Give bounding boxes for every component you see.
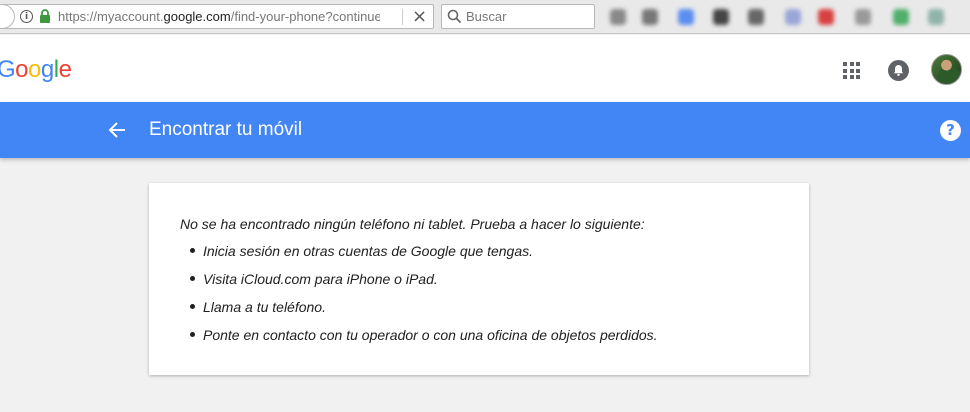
- extension-icon[interactable]: [748, 9, 764, 25]
- app-bar: Encontrar tu móvil ?: [0, 102, 970, 158]
- google-logo[interactable]: Google: [0, 56, 72, 84]
- close-icon[interactable]: ×: [412, 6, 427, 27]
- browser-search-box[interactable]: Buscar: [441, 4, 595, 29]
- extension-icon[interactable]: [818, 9, 834, 25]
- extension-icon[interactable]: [610, 9, 626, 25]
- url-text[interactable]: https://myaccount.google.com/find-your-p…: [58, 9, 380, 24]
- extension-icon[interactable]: [785, 9, 801, 25]
- help-icon[interactable]: ?: [940, 120, 961, 141]
- address-bar[interactable]: i https://myaccount.google.com/find-your…: [0, 4, 434, 29]
- extension-icon[interactable]: [893, 9, 909, 25]
- tips-list: Inicia sesión en otras cuentas de Google…: [190, 243, 658, 355]
- browser-back-button[interactable]: [0, 4, 15, 29]
- list-item: Llama a tu teléfono.: [190, 299, 658, 327]
- extension-icon[interactable]: [678, 9, 694, 25]
- no-device-card: No se ha encontrado ningún teléfono ni t…: [149, 183, 809, 375]
- search-placeholder: Buscar: [466, 9, 507, 24]
- no-device-message: No se ha encontrado ningún teléfono ni t…: [180, 216, 645, 232]
- search-icon: [447, 9, 462, 24]
- apps-grid-icon[interactable]: [843, 62, 860, 79]
- extension-icon[interactable]: [855, 9, 871, 25]
- lock-icon: [40, 9, 50, 23]
- url-divider: [402, 9, 403, 25]
- list-item: Inicia sesión en otras cuentas de Google…: [190, 243, 658, 271]
- info-icon[interactable]: i: [20, 10, 33, 23]
- account-avatar[interactable]: [931, 54, 962, 85]
- notifications-bell-icon[interactable]: [888, 60, 909, 81]
- list-item: Ponte en contacto con tu operador o con …: [190, 327, 658, 355]
- page-title: Encontrar tu móvil: [149, 119, 303, 140]
- back-arrow-icon[interactable]: [107, 120, 127, 140]
- list-item: Visita iCloud.com para iPhone o iPad.: [190, 271, 658, 299]
- browser-toolbar: i https://myaccount.google.com/find-your…: [0, 0, 970, 34]
- extension-icon[interactable]: [713, 9, 729, 25]
- extension-icon[interactable]: [642, 9, 658, 25]
- google-header: Google: [0, 35, 970, 102]
- extension-icon[interactable]: [928, 9, 944, 25]
